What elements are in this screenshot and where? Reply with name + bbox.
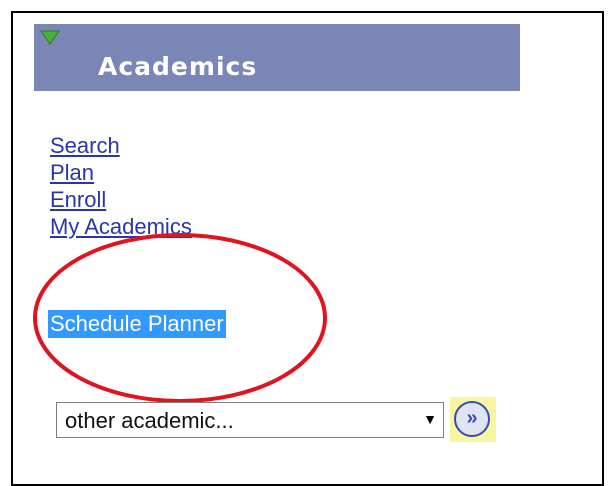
academics-links: Search Plan Enroll My Academics xyxy=(50,132,192,240)
panel-title: Academics xyxy=(98,52,258,81)
my-academics-link[interactable]: My Academics xyxy=(50,213,192,240)
search-link[interactable]: Search xyxy=(50,132,192,159)
go-button[interactable]: » xyxy=(450,397,496,442)
double-chevron-right-icon: » xyxy=(454,401,490,437)
triangle-down-icon[interactable] xyxy=(40,30,60,46)
plan-link[interactable]: Plan xyxy=(50,159,192,186)
select-value: other academic... xyxy=(65,408,234,433)
enroll-link[interactable]: Enroll xyxy=(50,186,192,213)
other-academic-select[interactable]: other academic... ▼ xyxy=(56,402,444,438)
dropdown-arrow-icon: ▼ xyxy=(423,411,437,427)
schedule-planner-link[interactable]: Schedule Planner xyxy=(48,310,226,338)
academics-panel-header[interactable]: Academics xyxy=(34,24,520,91)
